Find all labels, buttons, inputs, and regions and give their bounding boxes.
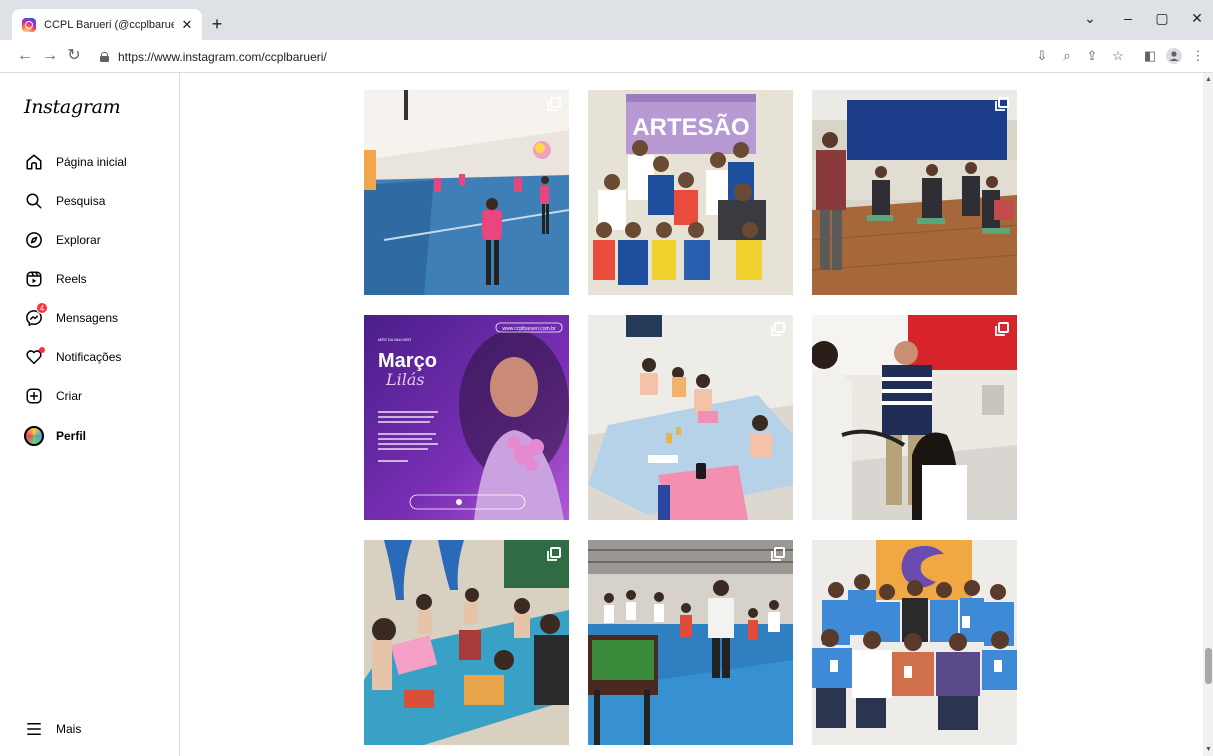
- new-tab-button[interactable]: +: [207, 15, 227, 35]
- minimize-button[interactable]: –: [1118, 10, 1138, 26]
- lock-icon[interactable]: [100, 52, 109, 62]
- nav-label: Notificações: [56, 350, 122, 364]
- home-icon: [24, 152, 44, 172]
- carousel-icon: [995, 322, 1009, 336]
- nav-explore[interactable]: Explorar: [24, 228, 101, 252]
- tab-title: CCPL Barueri (@ccplbarueri) • Fo: [44, 18, 174, 31]
- side-panel-icon[interactable]: ◧: [1142, 48, 1158, 64]
- nav-notifications[interactable]: Notificações: [24, 345, 121, 369]
- nav-search[interactable]: Pesquisa: [24, 189, 105, 213]
- nav-label: Mensagens: [56, 311, 119, 325]
- menu-kebab-icon[interactable]: ⋮: [1190, 48, 1206, 64]
- nav-profile[interactable]: Perfil: [24, 424, 86, 448]
- nav-reels[interactable]: Reels: [24, 267, 87, 291]
- post-thumbnail[interactable]: [812, 540, 1017, 745]
- reels-icon: [24, 269, 44, 289]
- carousel-icon: [995, 97, 1009, 111]
- notification-dot: [39, 347, 45, 353]
- share-icon[interactable]: ⇪: [1084, 48, 1100, 64]
- scrollbar-thumb[interactable]: [1205, 648, 1212, 684]
- message-count-badge: 4: [36, 302, 48, 314]
- nav-label: Mais: [56, 722, 82, 736]
- nav-label: Pesquisa: [56, 194, 106, 208]
- reload-icon[interactable]: ↻: [65, 47, 83, 65]
- back-icon[interactable]: ←: [16, 47, 34, 65]
- post-thumbnail[interactable]: [588, 315, 793, 520]
- install-app-icon[interactable]: ⇩: [1034, 48, 1050, 64]
- tab-close-icon[interactable]: ✕: [180, 17, 194, 33]
- nav-label: Explorar: [56, 233, 101, 247]
- nav-home[interactable]: Página inicial: [24, 150, 127, 174]
- browser-toolbar: ← → ↻ https://www.instagram.com/ccplbaru…: [0, 40, 1213, 73]
- nav-label: Reels: [56, 272, 87, 286]
- nav-create[interactable]: Criar: [24, 384, 82, 408]
- nav-messages[interactable]: 4 Mensagens: [24, 302, 119, 330]
- carousel-icon: [771, 547, 785, 561]
- nav-more[interactable]: Mais: [24, 717, 81, 741]
- carousel-icon: [547, 547, 561, 561]
- forward-icon[interactable]: →: [41, 47, 59, 65]
- nav-label: Página inicial: [56, 155, 127, 169]
- post-kicker-text: MÊS DA MULHER: [378, 337, 411, 342]
- messenger-icon: 4: [24, 302, 48, 328]
- post-thumbnail[interactable]: [364, 540, 569, 745]
- hamburger-menu-icon: [24, 719, 44, 739]
- profile-posts-area: ARTESÃO MÊS DA MULHER Março Lilás www.cc…: [181, 73, 1203, 756]
- browser-tabstrip: CCPL Barueri (@ccplbarueri) • Fo ✕ + ⌄ –…: [0, 0, 1213, 40]
- post-thumbnail[interactable]: [588, 540, 793, 745]
- carousel-icon: [771, 322, 785, 336]
- post-thumbnail[interactable]: [364, 90, 569, 295]
- address-bar[interactable]: https://www.instagram.com/ccplbarueri/: [92, 45, 1022, 69]
- post-thumbnail[interactable]: [812, 315, 1017, 520]
- artesao-banner-text: ARTESÃO: [632, 113, 749, 141]
- browser-tab[interactable]: CCPL Barueri (@ccplbarueri) • Fo ✕: [12, 9, 202, 40]
- heart-icon: [24, 347, 45, 367]
- tab-search-icon[interactable]: ⌄: [1080, 10, 1100, 27]
- scroll-down-icon[interactable]: ▼: [1205, 746, 1212, 753]
- post-title-text: Março: [378, 350, 437, 372]
- scroll-up-icon[interactable]: ▲: [1205, 76, 1212, 83]
- url-text[interactable]: https://www.instagram.com/ccplbarueri/: [118, 50, 327, 64]
- post-thumbnail[interactable]: [812, 90, 1017, 295]
- instagram-sidebar: Instagram Página inicial Pesquisa Explor…: [0, 73, 180, 756]
- post-site-text: www.ccplbarueri.com.br: [502, 326, 555, 332]
- post-thumbnail[interactable]: ARTESÃO: [588, 90, 793, 295]
- profile-icon[interactable]: [1166, 48, 1182, 68]
- compass-icon: [24, 230, 44, 250]
- post-subtitle-text: Lilás: [385, 370, 425, 389]
- instagram-favicon-icon: [22, 17, 36, 32]
- plus-square-icon: [24, 386, 44, 406]
- avatar: [24, 426, 44, 446]
- nav-label: Perfil: [56, 429, 87, 443]
- close-window-button[interactable]: ✕: [1187, 10, 1207, 27]
- search-icon: [24, 191, 44, 211]
- restore-button[interactable]: ▢: [1152, 10, 1172, 27]
- instagram-logo[interactable]: Instagram: [24, 96, 121, 118]
- zoom-icon[interactable]: ⌕: [1059, 48, 1075, 64]
- nav-label: Criar: [56, 389, 82, 403]
- carousel-icon: [547, 97, 561, 111]
- post-thumbnail[interactable]: MÊS DA MULHER Março Lilás www.ccplbaruer…: [364, 315, 569, 520]
- bookmark-star-icon[interactable]: ☆: [1110, 48, 1126, 64]
